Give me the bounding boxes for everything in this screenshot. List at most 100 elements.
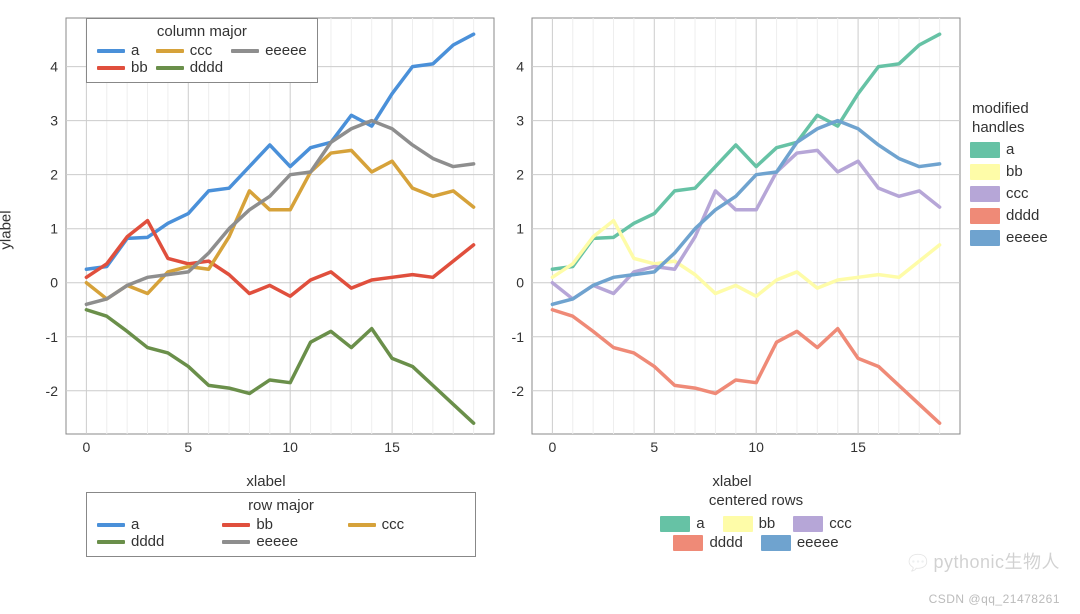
legend-items: a ccc eeeee bb dddd (97, 42, 307, 76)
charts-row: ylabel 051015 -2-101234 xlabel column ma… (36, 0, 1006, 460)
legend-items: a bb ccc dddd eeeee (97, 516, 465, 550)
legend-swatch (97, 523, 125, 527)
plot-area (532, 18, 960, 434)
bottom-legends: row major a bb ccc dddd eeeee centered r… (36, 486, 1066, 596)
legend-swatch (723, 516, 753, 532)
legend-item-dddd: dddd (156, 59, 223, 76)
legend-items: a bb ccc dddd eeeee (970, 141, 1048, 246)
legend-swatch (970, 164, 1000, 180)
legend-item-a: a (660, 515, 704, 532)
legend-swatch (761, 535, 791, 551)
legend-label: ccc (829, 515, 852, 532)
legend-item-ccc: ccc (348, 516, 465, 533)
legend-label: dddd (1006, 207, 1039, 224)
legend-label: eeeee (256, 533, 298, 550)
legend-label: dddd (131, 533, 164, 550)
svg-text:1: 1 (516, 221, 524, 237)
svg-text:-1: -1 (512, 329, 525, 345)
legend-row: a bb ccc (660, 515, 852, 532)
svg-text:-2: -2 (512, 383, 525, 399)
y-ticks: -2 -1 0 1 2 3 4 (512, 59, 525, 399)
legend-label: eeeee (797, 534, 839, 551)
legend-title: centered rows (536, 492, 976, 509)
figure: ylabel 051015 -2-101234 xlabel column ma… (0, 0, 1080, 614)
legend-swatch (970, 208, 1000, 224)
x-ticks: 0 5 10 15 (82, 439, 400, 455)
legend-item-dddd: dddd (970, 207, 1048, 224)
legend-swatch (222, 540, 250, 544)
svg-text:4: 4 (50, 59, 58, 75)
svg-text:0: 0 (82, 439, 90, 455)
legend-swatch (660, 516, 690, 532)
legend-centered-rows: centered rows a bb ccc dddd eeeee (536, 492, 976, 554)
legend-label: eeeee (265, 42, 307, 59)
legend-swatch (156, 49, 184, 53)
legend-swatch (673, 535, 703, 551)
legend-swatch (97, 66, 125, 70)
legend-swatch (156, 66, 184, 70)
svg-text:-2: -2 (46, 383, 59, 399)
legend-label: a (131, 516, 139, 533)
legend-label: bb (759, 515, 776, 532)
legend-label: a (1006, 141, 1014, 158)
legend-title: row major (97, 497, 465, 514)
legend-swatch (97, 540, 125, 544)
legend-swatch (970, 142, 1000, 158)
legend-label: bb (256, 516, 273, 533)
legend-item-ccc: ccc (156, 42, 223, 59)
legend-item-bb: bb (222, 516, 339, 533)
svg-text:-1: -1 (46, 329, 59, 345)
legend-item-bb: bb (97, 59, 148, 76)
legend-item-a: a (970, 141, 1048, 158)
svg-text:10: 10 (748, 439, 764, 455)
y-axis-label: ylabel (0, 210, 15, 249)
legend-label: a (131, 42, 139, 59)
legend-swatch (348, 523, 376, 527)
svg-text:3: 3 (50, 113, 58, 129)
legend-label: a (696, 515, 704, 532)
legend-item-a: a (97, 42, 148, 59)
legend-item-eeeee: eeeee (970, 229, 1048, 246)
legend-item-eeeee: eeeee (761, 534, 839, 551)
chart-left: ylabel 051015 -2-101234 xlabel column ma… (36, 0, 496, 460)
legend-modified-handles-wrap: modified handles a bb ccc dddd eeeee (962, 0, 1006, 460)
legend-label: dddd (709, 534, 742, 551)
legend-item-eeeee: eeeee (231, 42, 307, 59)
chart-right-svg: 051015 -2-101234 (502, 0, 962, 460)
svg-text:2: 2 (516, 167, 524, 183)
svg-text:0: 0 (516, 275, 524, 291)
svg-text:3: 3 (516, 113, 524, 129)
legend-title: column major (97, 23, 307, 40)
svg-text:5: 5 (184, 439, 192, 455)
legend-label: ccc (190, 42, 213, 59)
chart-right: 051015 -2-101234 xlabel (502, 0, 962, 460)
legend-item-bb: bb (970, 163, 1048, 180)
svg-text:0: 0 (50, 275, 58, 291)
legend-swatch (793, 516, 823, 532)
svg-text:4: 4 (516, 59, 524, 75)
svg-text:2: 2 (50, 167, 58, 183)
legend-modified-handles: modified handles a bb ccc dddd eeeee (970, 100, 1048, 251)
legend-item-ccc: ccc (793, 515, 852, 532)
legend-label: dddd (190, 59, 223, 76)
legend-column-major: column major a ccc eeeee bb dddd (86, 18, 318, 83)
legend-row-major: row major a bb ccc dddd eeeee (86, 492, 476, 557)
legend-label: eeeee (1006, 229, 1048, 246)
svg-text:5: 5 (650, 439, 658, 455)
y-ticks: -2 -1 0 1 2 3 4 (46, 59, 59, 399)
svg-text:1: 1 (50, 221, 58, 237)
legend-item-ccc: ccc (970, 185, 1048, 202)
legend-label: bb (131, 59, 148, 76)
svg-text:15: 15 (384, 439, 400, 455)
legend-title-line2: handles (972, 119, 1048, 136)
svg-text:0: 0 (548, 439, 556, 455)
legend-swatch (97, 49, 125, 53)
legend-item-dddd: dddd (97, 533, 214, 550)
legend-label: bb (1006, 163, 1023, 180)
legend-item-eeeee: eeeee (222, 533, 339, 550)
legend-swatch (222, 523, 250, 527)
legend-items: a bb ccc dddd eeeee (660, 513, 852, 553)
svg-text:10: 10 (282, 439, 298, 455)
legend-swatch (970, 186, 1000, 202)
legend-item-dddd: dddd (673, 534, 742, 551)
